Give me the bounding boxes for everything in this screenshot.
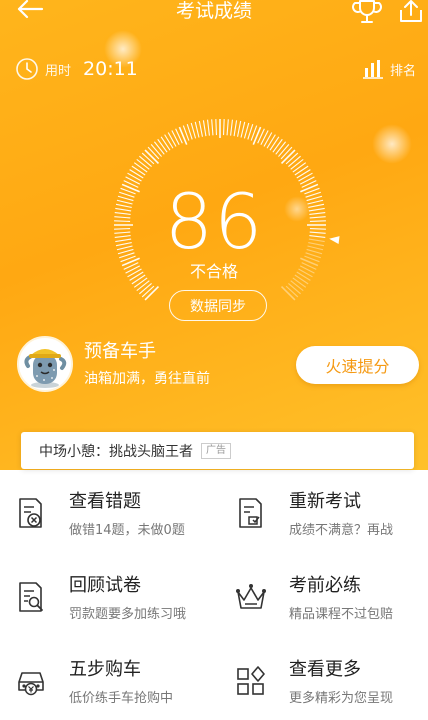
gauge-tick [133,162,148,173]
gauge-tick [237,120,242,137]
ad-banner[interactable]: 中场小憩：挑战头脑王者 广告 [21,432,414,469]
driver-level-motto: 油箱加满，勇往直前 [84,371,210,387]
ranking-label: 排名 [390,63,417,79]
time-used-label: 用时 [45,63,72,79]
gauge-tick [288,155,301,167]
crown-icon [236,584,266,609]
gauge-tick [153,141,165,155]
gauge-tick [266,134,276,149]
gauge-tick [190,122,197,139]
gauge-tick [263,132,273,147]
gauge-tick [285,152,299,165]
score-hero: 考试成绩 用时 20:11 排名 86 不合格 数据同步 预备车手 油箱加满，勇… [0,0,428,470]
score-value: 86 [164,177,264,266]
gauge-tick [150,144,162,157]
gauge-tick [211,119,214,136]
gauge-tick [290,280,304,292]
gauge-tick [178,126,188,145]
gauge-tick [292,162,307,173]
gauge-tick [202,120,207,137]
gauge-tick [275,141,287,155]
gauge-tick [269,136,280,151]
gauge-tick [141,152,155,165]
gauge-tick [139,283,152,295]
sparkle [372,124,412,164]
quick-improve-button[interactable]: 火速提分 [296,346,419,384]
gauge-tick [171,130,180,146]
view-more-item[interactable]: 查看更多 更多精彩为您呈现 [0,650,428,716]
retake-exam-item[interactable]: 重新考试 成绩不满意？再战 [0,482,428,548]
cactus-mascot-icon [24,349,67,388]
score-result: 不合格 [189,262,238,281]
gauge-tick [243,122,250,139]
data-sync-button[interactable]: 数据同步 [169,290,267,321]
gauge-tick [240,121,246,138]
retake-exam-icon [239,498,262,528]
gauge-tick [131,165,146,176]
gauge-tick [294,165,309,176]
ad-tag: 广告 [201,442,231,459]
item-title: 考前必练 [289,575,361,596]
gauge-tick [296,169,311,179]
item-subtitle: 更多精彩为您呈现 [289,691,394,706]
gauge-tick [141,285,155,298]
more-grid-icon [237,666,265,695]
driver-level-name: 预备车手 [84,341,156,362]
ad-text: 中场小憩：挑战头脑王者 [39,443,193,460]
gauge-tick [136,280,150,292]
item-subtitle: 成绩不满意？再战 [289,523,394,538]
gauge-tick [206,119,210,136]
gauge-tick [280,146,293,160]
gauge-tick [260,130,269,146]
gauge-tick [167,132,177,147]
gauge-tick [272,138,283,153]
gauge-tick [164,134,174,149]
gauge-tick [230,119,234,136]
time-used-value: 20:11 [83,58,138,80]
item-title: 重新考试 [289,491,361,512]
clock-icon [16,58,38,80]
trophy-icon[interactable] [352,0,382,24]
gauge-tick [160,136,171,151]
gauge-tick [290,158,304,170]
gauge-tick [233,120,238,137]
gauge-tick [139,155,152,167]
gauge-tick [288,283,301,295]
gauge-tick [278,144,290,157]
gauge-tick [285,285,299,298]
bar-chart-icon [363,60,383,79]
item-subtitle: 精品课程不过包赔 [289,607,394,622]
gauge-tick [252,126,262,145]
avatar [17,336,73,392]
gauge-tick [129,169,144,179]
pre-exam-practice-item[interactable]: 考前必练 精品课程不过包赔 [0,566,428,632]
gauge-tick [222,119,225,136]
gauge-tick [198,120,203,137]
item-title: 查看更多 [289,659,361,680]
gauge-tick [136,158,150,170]
gauge-tick [157,138,168,153]
ranking-link[interactable]: 排名 [362,56,416,82]
gauge-tick [215,119,218,136]
time-used: 用时 20:11 [15,56,138,82]
gauge-tick [147,146,160,160]
share-icon[interactable] [398,0,424,24]
gauge-tick [194,121,200,138]
gauge-tick [226,119,229,136]
